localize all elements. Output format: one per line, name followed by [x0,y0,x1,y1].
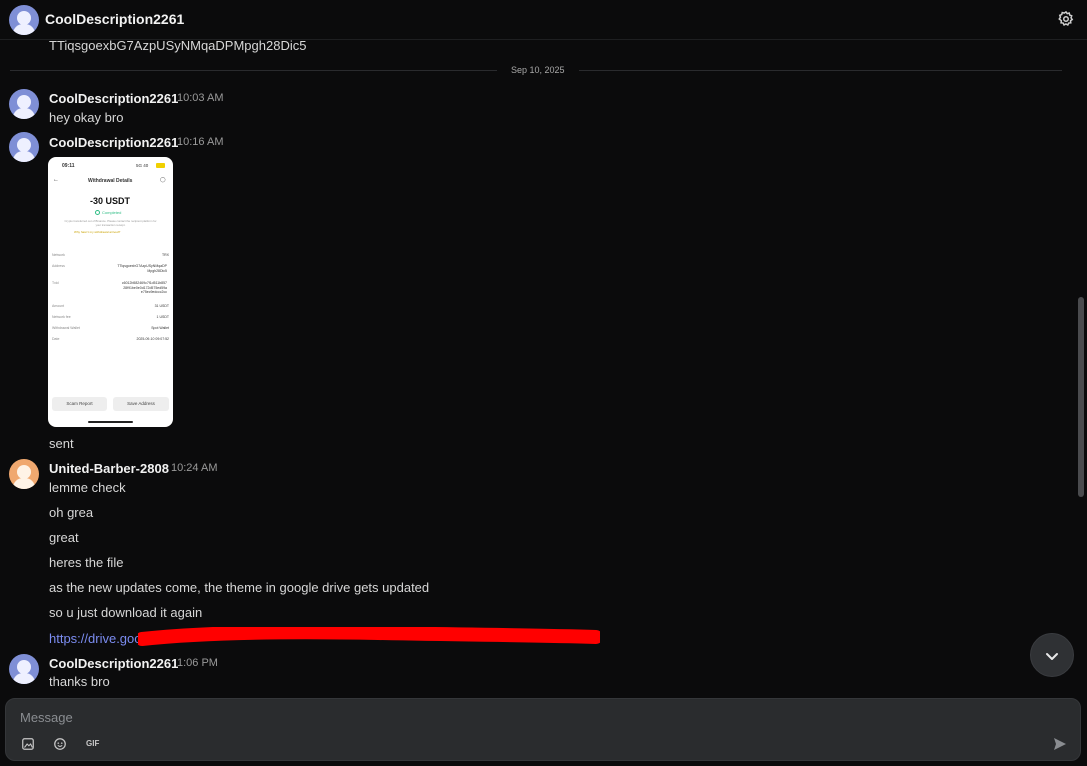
detail-row: Network fee 1 USDT [52,315,169,319]
message-username[interactable]: CoolDescription2261 [49,91,178,106]
detail-row: Amount 31 USDT [52,304,169,308]
avatar[interactable] [9,89,39,119]
message-timestamp: 10:24 AM [171,462,218,474]
message-username[interactable]: United-Barber-2808 [49,461,169,476]
message-text: great [49,530,79,545]
chevron-down-icon [1046,653,1058,660]
message-timestamp: 10:16 AM [177,136,224,148]
message-text: lemme check [49,480,126,495]
gif-icon[interactable]: GIF [86,739,99,748]
attachment-status-right: 5G 40 [136,163,149,168]
attachment-status-time: 09:11 [62,163,75,169]
message-text: so u just download it again [49,605,203,620]
message-list[interactable]: TTiqsgoexbG7AzpUSyNMqaDPMpgh28Dic5 Sep 1… [0,0,1087,696]
message-text: sent [49,436,74,451]
redaction-scribble [138,627,600,646]
scrollbar-thumb[interactable] [1078,297,1084,497]
message-username[interactable]: CoolDescription2261 [49,135,178,150]
message-timestamp: 10:03 AM [177,92,224,104]
avatar[interactable] [9,132,39,162]
back-arrow-icon: ← [53,177,59,183]
attachment-title: Withdrawal Details [88,178,133,184]
detail-row: Txid c6012b582469c7f1d511b857 28f91be0e0d… [52,281,167,294]
message-text: as the new updates come, the theme in go… [49,580,430,595]
detail-row: Withdrawal Wallet Spot Wallet [52,326,169,330]
message-text: TTiqsgoexbG7AzpUSyNMqaDPMpgh28Dic5 [49,38,307,53]
attachment-amount: -30 USDT [90,196,131,206]
headset-icon: ◯ [160,177,166,183]
message-text: thanks bro [49,674,110,689]
attachment-note: Crypto transferred out of Binance. Pleas… [64,219,157,227]
message-text: heres the file [49,555,124,570]
drive-link[interactable]: https://drive.goo [49,631,142,647]
detail-row: Address TTiqsgoexbG7AzpUSyNMqaDP Mpgh28Di… [52,264,167,273]
message-timestamp: 1:06 PM [177,657,218,669]
battery-icon [156,163,165,168]
attachment-status: Completed [102,210,122,215]
message-username[interactable]: CoolDescription2261 [49,656,178,671]
message-composer: Message GIF [5,698,1081,761]
image-icon[interactable] [21,737,35,751]
avatar[interactable] [9,654,39,684]
attachment-link: Why hasn't my withdrawal arrived? [74,230,121,234]
save-address-button: Save Address [113,397,169,411]
check-icon [95,210,100,215]
home-indicator [88,421,133,423]
avatar[interactable] [9,459,39,489]
message-input[interactable]: Message [20,710,73,725]
message-text: hey okay bro [49,110,124,125]
detail-row: Network TRX [52,253,169,257]
send-icon[interactable] [1052,736,1068,752]
date-separator-label: Sep 10, 2025 [497,65,579,75]
scroll-to-bottom-button[interactable] [1030,633,1074,677]
detail-row: Date 2025-09-10 09:07:52 [52,337,169,341]
scam-report-button: Scam Report [52,397,107,411]
emoji-icon[interactable] [53,737,67,751]
image-attachment[interactable]: 09:11 5G 40 ← Withdrawal Details ◯ -30 U… [48,157,173,427]
message-text: oh grea [49,505,94,520]
